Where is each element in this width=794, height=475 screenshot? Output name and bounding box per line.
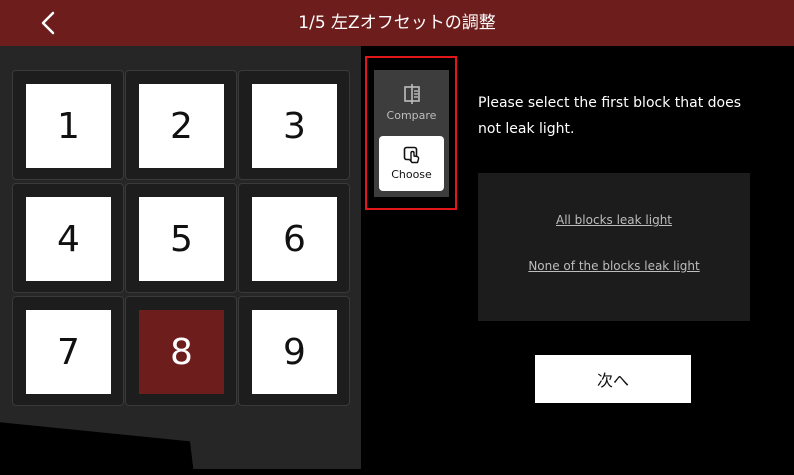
compare-mode-button[interactable]: Compare <box>374 70 449 134</box>
block-6[interactable]: 6 <box>252 197 337 281</box>
compare-icon <box>403 83 420 104</box>
block-9[interactable]: 9 <box>252 310 337 394</box>
compare-label: Compare <box>386 108 437 122</box>
build-plate-edge <box>0 422 194 475</box>
grid-cell: 7 <box>12 296 124 406</box>
grid-cell: 9 <box>238 296 350 406</box>
grid-cell: 3 <box>238 70 350 180</box>
block-1[interactable]: 1 <box>26 84 111 168</box>
choose-label: Choose <box>391 168 432 181</box>
grid-cell: 1 <box>12 70 124 180</box>
block-grid-panel: 1 2 3 4 5 6 7 8 9 <box>0 46 361 475</box>
choose-mode-button[interactable]: Choose <box>379 136 444 191</box>
chevron-left-icon <box>41 11 55 35</box>
no-blocks-leak-link[interactable]: None of the blocks leak light <box>478 259 750 273</box>
instruction-text: Please select the first block that does … <box>478 95 741 137</box>
tap-icon <box>403 146 419 164</box>
back-button[interactable] <box>28 6 68 40</box>
next-button[interactable]: 次へ <box>535 355 691 403</box>
block-7[interactable]: 7 <box>26 310 111 394</box>
mode-selector: Compare Choose <box>374 70 449 197</box>
block-2[interactable]: 2 <box>139 84 224 168</box>
grid-cell: 5 <box>125 183 237 293</box>
block-4[interactable]: 4 <box>26 197 111 281</box>
page-title: 1/5 左Zオフセットの調整 <box>298 13 496 33</box>
grid-cell: 4 <box>12 183 124 293</box>
block-8[interactable]: 8 <box>139 310 224 394</box>
all-blocks-leak-link[interactable]: All blocks leak light <box>478 213 750 227</box>
options-box: All blocks leak light None of the blocks… <box>478 173 750 321</box>
grid-cell: 6 <box>238 183 350 293</box>
mode-selector-highlight: Compare Choose <box>365 56 457 210</box>
block-3[interactable]: 3 <box>252 84 337 168</box>
header-bar: 1/5 左Zオフセットの調整 <box>0 0 794 46</box>
grid-cell: 8 <box>125 296 237 406</box>
grid-cell: 2 <box>125 70 237 180</box>
block-5[interactable]: 5 <box>139 197 224 281</box>
